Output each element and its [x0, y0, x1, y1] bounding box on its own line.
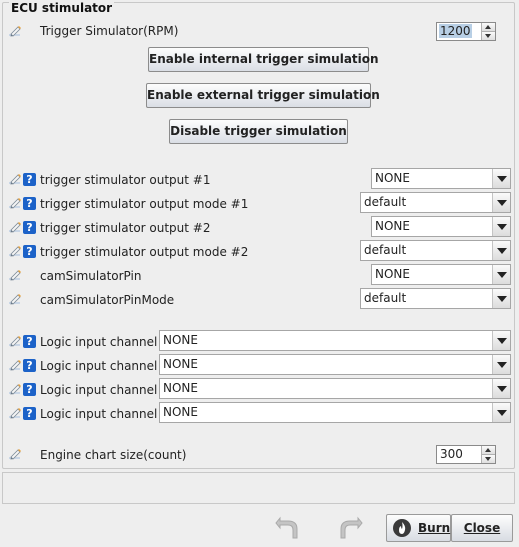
edit-pencil-icon[interactable] — [8, 196, 22, 210]
trigger-rpm-value[interactable]: 1200 — [439, 24, 472, 38]
spinner-down-icon[interactable] — [481, 455, 495, 463]
select-value: NONE — [163, 357, 198, 371]
engine-chart-label: Engine chart size(count) — [40, 448, 187, 462]
setting-label: trigger stimulator output mode #2 — [40, 245, 249, 259]
chevron-down-icon[interactable] — [492, 331, 510, 350]
chevron-down-icon[interactable] — [492, 265, 510, 284]
logic-input-label: Logic input channel 4 — [40, 407, 169, 421]
edit-pencil-icon[interactable] — [8, 268, 22, 282]
close-label: Close — [463, 521, 501, 535]
trigger-output-mode-2-select[interactable]: default — [360, 240, 511, 261]
setting-label: trigger stimulator output #2 — [40, 221, 211, 235]
select-value: NONE — [375, 171, 410, 185]
chevron-down-icon[interactable] — [492, 379, 510, 398]
burn-label: Burn — [418, 521, 451, 535]
spinner-down-icon[interactable] — [481, 32, 495, 40]
help-question-icon[interactable]: ? — [23, 245, 36, 258]
chevron-down-icon[interactable] — [492, 289, 510, 308]
setting-label: camSimulatorPinMode — [40, 293, 175, 307]
setting-label: camSimulatorPin — [40, 269, 142, 283]
help-question-icon[interactable]: ? — [23, 407, 36, 420]
enable-internal-trigger-button[interactable]: Enable internal trigger simulation — [148, 47, 379, 72]
engine-chart-spinner[interactable]: 300 — [436, 445, 496, 464]
trigger-output-mode-1-select[interactable]: default — [360, 192, 511, 213]
logic-input-3-select[interactable]: NONE — [159, 378, 511, 399]
select-value: NONE — [163, 333, 198, 347]
burn-button[interactable]: Burn — [386, 514, 451, 542]
chevron-down-icon[interactable] — [492, 355, 510, 374]
enable-external-trigger-button[interactable]: Enable external trigger simulation — [146, 83, 380, 108]
cam-simulator-pin-mode-select[interactable]: default — [360, 288, 511, 309]
chevron-down-icon[interactable] — [492, 193, 510, 212]
setting-label: trigger stimulator output mode #1 — [40, 197, 249, 211]
edit-pencil-icon[interactable] — [8, 172, 22, 186]
undo-arrow-icon[interactable] — [274, 514, 300, 540]
select-value: NONE — [163, 381, 198, 395]
select-value: NONE — [375, 267, 410, 281]
redo-arrow-icon[interactable] — [338, 514, 364, 540]
select-value: default — [364, 243, 407, 257]
trigger-output-2-select[interactable]: NONE — [371, 216, 511, 237]
edit-pencil-icon[interactable] — [8, 406, 22, 420]
help-question-icon[interactable]: ? — [23, 221, 36, 234]
status-bar — [2, 472, 515, 504]
setting-label: trigger stimulator output #1 — [40, 173, 211, 187]
edit-pencil-icon[interactable] — [8, 358, 22, 372]
edit-pencil-icon[interactable] — [8, 24, 22, 38]
logic-input-1-select[interactable]: NONE — [159, 330, 511, 351]
chevron-down-icon[interactable] — [492, 217, 510, 236]
trigger-rpm-label: Trigger Simulator(RPM) — [40, 24, 179, 38]
logic-input-4-select[interactable]: NONE — [159, 402, 511, 423]
burn-flame-icon — [393, 519, 411, 537]
spinner-up-icon[interactable] — [481, 23, 495, 32]
logic-input-label: Logic input channel 2 — [40, 359, 169, 373]
edit-pencil-icon[interactable] — [8, 382, 22, 396]
help-question-icon[interactable]: ? — [23, 197, 36, 210]
spinner-up-icon[interactable] — [481, 446, 495, 455]
edit-pencil-icon[interactable] — [8, 334, 22, 348]
close-button[interactable]: Close — [451, 514, 513, 542]
logic-input-label: Logic input channel 3 — [40, 383, 169, 397]
edit-pencil-icon[interactable] — [8, 292, 22, 306]
help-question-icon[interactable]: ? — [23, 359, 36, 372]
logic-input-2-select[interactable]: NONE — [159, 354, 511, 375]
help-question-icon[interactable]: ? — [23, 383, 36, 396]
edit-pencil-icon[interactable] — [8, 244, 22, 258]
select-value: NONE — [163, 405, 198, 419]
trigger-rpm-spinner[interactable]: 1200 — [436, 22, 496, 41]
edit-pencil-icon[interactable] — [8, 447, 22, 461]
help-question-icon[interactable]: ? — [23, 335, 36, 348]
disable-trigger-button[interactable]: Disable trigger simulation — [169, 119, 348, 144]
help-question-icon[interactable]: ? — [23, 173, 36, 186]
select-value: default — [364, 291, 407, 305]
trigger-output-1-select[interactable]: NONE — [371, 168, 511, 189]
select-value: default — [364, 195, 407, 209]
edit-pencil-icon[interactable] — [8, 220, 22, 234]
logic-input-label: Logic input channel 1 — [40, 335, 169, 349]
panel-title: ECU stimulator — [9, 1, 115, 15]
cam-simulator-pin-select[interactable]: NONE — [371, 264, 511, 285]
select-value: NONE — [375, 219, 410, 233]
chevron-down-icon[interactable] — [492, 403, 510, 422]
chevron-down-icon[interactable] — [492, 241, 510, 260]
engine-chart-value[interactable]: 300 — [439, 447, 464, 461]
chevron-down-icon[interactable] — [492, 169, 510, 188]
